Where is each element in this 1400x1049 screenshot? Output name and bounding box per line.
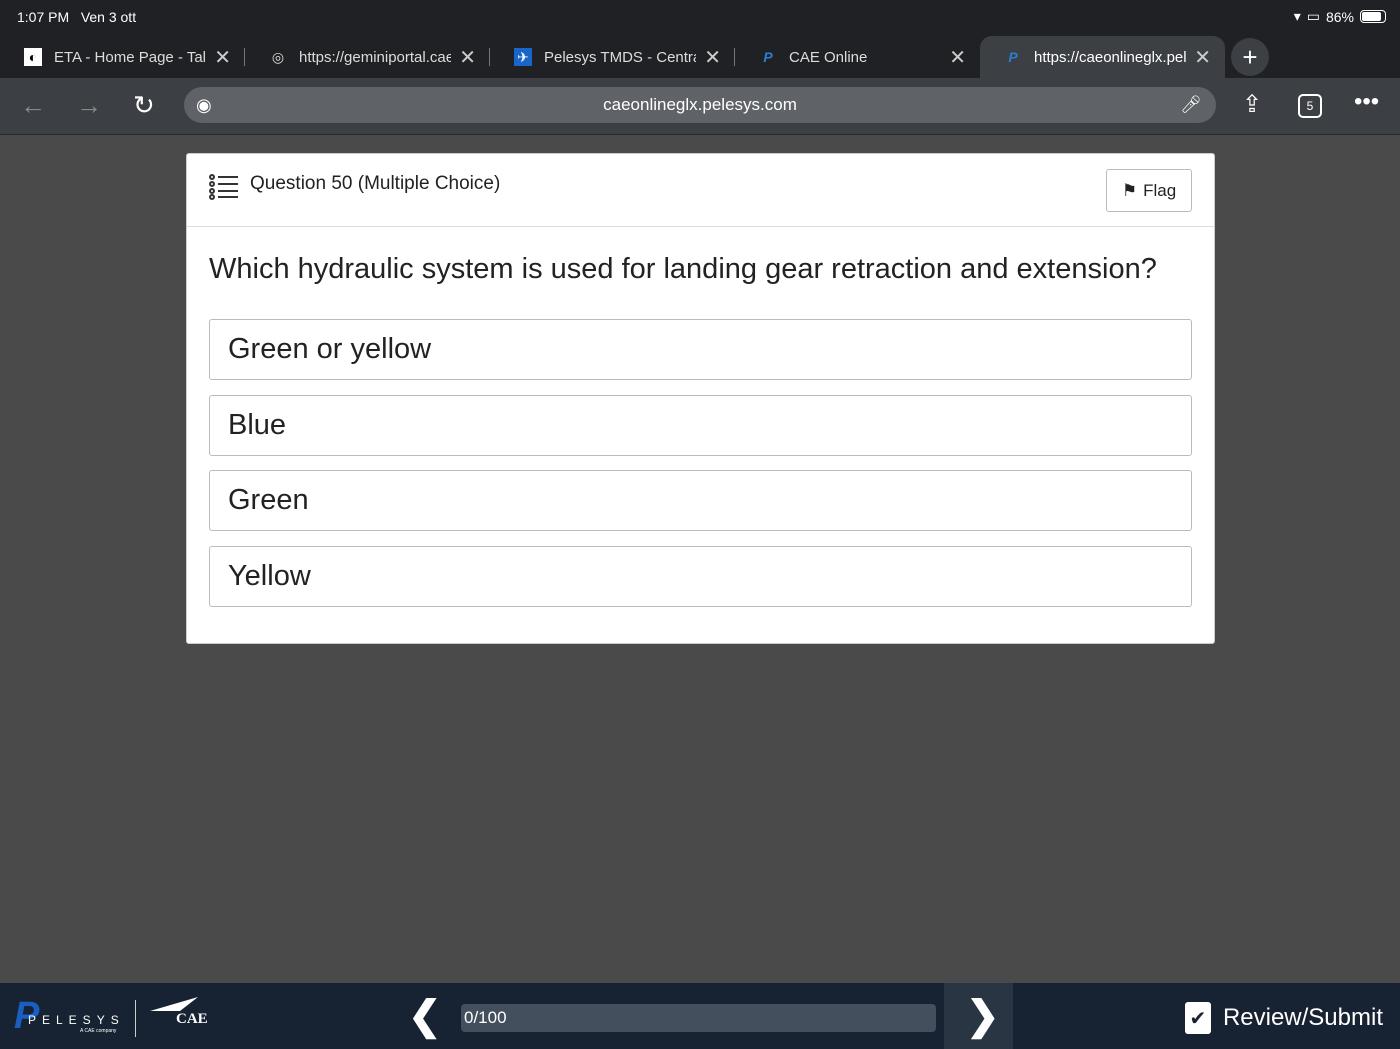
browser-toolbar: ← → ↻ ◉ caeonlineglx.pelesys.com 🎤︎ ⇪ 5 … <box>0 78 1400 135</box>
url-text: caeonlineglx.pelesys.com <box>603 95 797 114</box>
tab-count-button[interactable]: 5 <box>1298 94 1322 118</box>
next-question-button[interactable]: ❯ <box>944 983 1013 1049</box>
date: Ven 3 ott <box>80 9 137 25</box>
logo-divider <box>135 1000 136 1037</box>
wifi-icon: ▾ <box>1293 8 1301 24</box>
question-header: Question 50 (Multiple Choice) <box>250 173 501 194</box>
progress-text: 0/100 <box>464 1008 507 1027</box>
footer-bar: P PELESYS A CAE company CAE ❮ 0/100 ❯ ✔ R… <box>0 983 1400 1049</box>
review-submit-button[interactable]: ✔ Review/Submit <box>1184 1002 1383 1034</box>
lens-icon[interactable]: ◉ <box>196 87 212 123</box>
microphone-icon[interactable]: 🎤︎ <box>1180 87 1202 123</box>
question-text: Which hydraulic system is used for landi… <box>209 253 1157 285</box>
question-card: Question 50 (Multiple Choice) ⚑ Flag Whic… <box>186 153 1215 644</box>
globe-icon: ◎ <box>271 48 285 65</box>
battery-percent: 86% <box>1325 8 1354 25</box>
new-tab-button[interactable]: + <box>1231 38 1269 76</box>
tab-eta[interactable]: ◐ ETA - Home Page - Talon ✕ <box>0 36 245 78</box>
answer-option[interactable]: Blue <box>209 395 1192 456</box>
forward-button[interactable]: → <box>76 90 102 121</box>
plane-icon: ✈ <box>514 48 532 66</box>
back-button[interactable]: ← <box>20 90 46 121</box>
close-tab-icon[interactable]: ✕ <box>704 45 721 70</box>
progress-bar: 0/100 <box>461 1004 936 1032</box>
question-list-icon[interactable] <box>209 174 239 200</box>
close-tab-icon[interactable]: ✕ <box>214 45 231 70</box>
close-tab-icon[interactable]: ✕ <box>459 45 476 70</box>
chevron-right-icon: ❯ <box>966 994 1000 1038</box>
cae-logo: CAE <box>150 997 208 1027</box>
more-menu-button[interactable]: ••• <box>1354 88 1379 116</box>
time: 1:07 PM <box>17 9 70 25</box>
screen-mirror-icon: ▭ <box>1306 8 1320 24</box>
pelesys-icon: P <box>1008 49 1018 65</box>
close-tab-icon[interactable]: ✕ <box>949 45 966 70</box>
answer-option[interactable]: Green <box>209 470 1192 531</box>
tab-bar: ◐ ETA - Home Page - Talon ✕ ◎ https://gemin… <box>0 36 1400 78</box>
tab-geminiportal[interactable]: ◎ https://geminiportal.cae ✕ <box>245 36 490 78</box>
address-bar[interactable]: ◉ caeonlineglx.pelesys.com 🎤︎ <box>184 87 1216 123</box>
close-tab-icon[interactable]: ✕ <box>1194 45 1211 70</box>
clipboard-check-icon: ✔ <box>1184 1002 1211 1034</box>
talon-icon: ◐ <box>24 48 42 66</box>
flag-icon: ⚑ <box>1121 180 1138 200</box>
tab-cae-online[interactable]: P CAE Online ✕ <box>735 36 980 78</box>
tab-pelesys-tmds[interactable]: ✈ Pelesys TMDS - Central ✕ <box>490 36 735 78</box>
battery-icon <box>1360 10 1386 23</box>
answer-option[interactable]: Yellow <box>209 546 1192 607</box>
previous-question-button[interactable]: ❮ <box>408 993 442 1039</box>
status-bar: 1:07 PM Ven 3 ott ▾ ▭ 86% <box>0 0 1400 36</box>
tab-caeonlineglx[interactable]: Phttps://caeonlineglx.pelesys✕ <box>980 36 1225 78</box>
pelesys-icon: P <box>763 49 773 65</box>
answer-option[interactable]: Green or yellow <box>209 319 1192 380</box>
reload-button[interactable]: ↻ <box>133 90 155 121</box>
share-button[interactable]: ⇪ <box>1242 90 1262 119</box>
flag-button[interactable]: ⚑ Flag <box>1106 169 1192 212</box>
